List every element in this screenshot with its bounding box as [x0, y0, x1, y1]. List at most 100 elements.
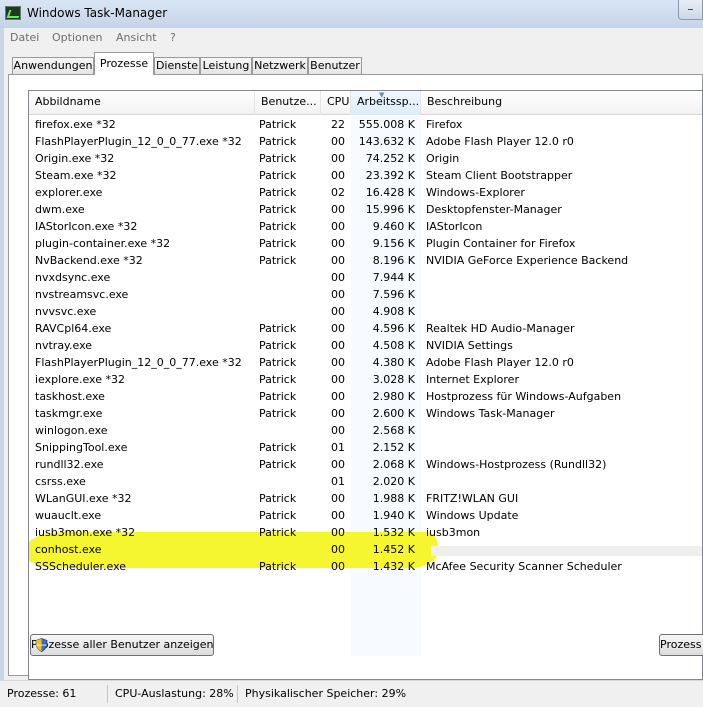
process-memory-cell: 15.996 K [365, 203, 415, 216]
table-row[interactable]: taskmgr.exe Patrick 00 2.600 K Windows Task-… [29, 405, 702, 422]
process-cpu-cell: 01 [331, 441, 345, 454]
process-cpu-cell: 00 [331, 526, 345, 539]
process-memory-cell: 1.452 K [372, 543, 415, 556]
process-user-cell: Patrick [259, 152, 297, 165]
table-row[interactable]: dwm.exe Patrick 00 15.996 K Desktopfenster-M… [29, 201, 702, 218]
column-header-description[interactable]: Beschreibung [421, 91, 702, 115]
process-name-cell: iusb3mon.exe *32 [35, 526, 136, 539]
process-cpu-cell: 02 [331, 186, 345, 199]
column-header-image-name[interactable]: Abbildname [29, 91, 255, 115]
table-row[interactable]: rundll32.exe Patrick 00 2.068 K Windows-Host… [29, 456, 702, 473]
table-row[interactable]: conhost.exe 00 1.452 K [29, 541, 702, 558]
tab-leistung[interactable]: Leistung [200, 57, 252, 75]
process-cpu-cell: 00 [331, 373, 345, 386]
process-user-cell: Patrick [259, 339, 297, 352]
process-user-cell: Patrick [259, 492, 297, 505]
column-header-memory[interactable]: ▼ Arbeitssp... [351, 91, 421, 115]
column-header-user[interactable]: Benutze... [255, 91, 321, 115]
process-name-cell: Origin.exe *32 [35, 152, 115, 165]
process-name-cell: taskmgr.exe [35, 407, 103, 420]
process-description-cell [426, 473, 702, 490]
table-row[interactable]: firefox.exe *32 Patrick 22 555.008 K Firefox [29, 116, 702, 133]
process-cpu-cell: 00 [331, 152, 345, 165]
process-user-cell: Patrick [259, 373, 297, 386]
process-name-cell: plugin-container.exe *32 [35, 237, 171, 250]
window-control-button[interactable]: – [678, 0, 703, 20]
process-name-cell: nvxdsync.exe [35, 271, 111, 284]
process-description-cell: Windows Update [426, 509, 519, 522]
process-user-cell [259, 473, 325, 490]
process-cpu-cell: 00 [331, 203, 345, 216]
process-name-cell: dwm.exe [35, 203, 85, 216]
table-row[interactable]: RAVCpl64.exe Patrick 00 4.596 K Realtek HD A… [29, 320, 702, 337]
status-cpu-usage: CPU-Auslastung: 28% [112, 685, 238, 703]
title-bar[interactable]: Windows Task-Manager – [0, 0, 703, 28]
table-row[interactable]: winlogon.exe 00 2.568 K [29, 422, 702, 439]
process-cpu-cell: 00 [331, 220, 345, 233]
process-user-cell [259, 422, 325, 439]
table-row[interactable]: wuauclt.exe Patrick 00 1.940 K Windows Updat… [29, 507, 702, 524]
table-row[interactable]: plugin-container.exe *32 Patrick 00 9.156 K… [29, 235, 702, 252]
process-memory-cell: 555.008 K [358, 118, 415, 131]
process-user-cell: Patrick [259, 169, 297, 182]
table-row[interactable]: WLanGUI.exe *32 Patrick 00 1.988 K FRITZ!WLA… [29, 490, 702, 507]
table-row[interactable]: SnippingTool.exe Patrick 01 2.152 K [29, 439, 702, 456]
menu-optionen[interactable]: Optionen [52, 31, 102, 44]
process-memory-cell: 2.152 K [372, 441, 415, 454]
table-row[interactable]: nvxdsync.exe 00 7.944 K [29, 269, 702, 286]
process-description-cell [426, 541, 702, 558]
tab-dienste[interactable]: Dienste [154, 57, 200, 75]
process-description-cell: Internet Explorer [426, 373, 519, 386]
table-row[interactable]: Origin.exe *32 Patrick 00 74.252 K Origin [29, 150, 702, 167]
column-header-cpu[interactable]: CPU [321, 91, 351, 115]
table-row[interactable]: iusb3mon.exe *32 Patrick 00 1.532 K iusb3mon [29, 524, 702, 541]
status-bar: Prozesse: 61 CPU-Auslastung: 28% Physika… [0, 680, 703, 707]
tab-benutzer[interactable]: Benutzer [308, 57, 362, 75]
process-memory-cell: 4.596 K [372, 322, 415, 335]
process-list[interactable]: Abbildname Benutze... CPU ▼ Arbeitssp...… [28, 90, 703, 680]
table-row[interactable]: FlashPlayerPlugin_12_0_0_77.exe *32 Patri… [29, 133, 702, 150]
table-row[interactable]: FlashPlayerPlugin_12_0_0_77.exe *32 Patri… [29, 354, 702, 371]
table-row[interactable]: IAStorIcon.exe *32 Patrick 00 9.460 K IAStor… [29, 218, 702, 235]
process-name-cell: conhost.exe [35, 543, 102, 556]
table-row[interactable]: csrss.exe 01 2.020 K [29, 473, 702, 490]
table-row[interactable]: iexplore.exe *32 Patrick 00 3.028 K Internet… [29, 371, 702, 388]
process-name-cell: winlogon.exe [35, 424, 108, 437]
tab-anwendungen[interactable]: Anwendungen [12, 57, 94, 75]
process-memory-cell: 16.428 K [365, 186, 415, 199]
tab-netzwerk[interactable]: Netzwerk [252, 57, 308, 75]
show-all-processes-button[interactable]: Prozesse aller Benutzer anzeigen [30, 634, 214, 656]
table-row[interactable]: taskhost.exe Patrick 00 2.980 K Hostprozess … [29, 388, 702, 405]
process-memory-cell: 3.028 K [372, 373, 415, 386]
table-row[interactable]: nvvsvc.exe 00 4.908 K [29, 303, 702, 320]
process-user-cell: Patrick [259, 237, 297, 250]
process-description-cell [426, 422, 702, 439]
process-cpu-cell: 00 [331, 560, 345, 573]
table-row[interactable]: explorer.exe Patrick 02 16.428 K Windows-Exp… [29, 184, 702, 201]
process-user-cell: Patrick [259, 186, 297, 199]
end-process-button[interactable]: Prozess beenden [659, 634, 703, 656]
tab-prozesse[interactable]: Prozesse [94, 52, 154, 75]
process-memory-cell: 143.632 K [358, 135, 415, 148]
process-user-cell: Patrick [259, 526, 297, 539]
table-row[interactable]: Steam.exe *32 Patrick 00 23.392 K Steam Clie… [29, 167, 702, 184]
menu-datei[interactable]: Datei [10, 31, 39, 44]
process-cpu-cell: 00 [331, 424, 345, 437]
menu-help[interactable]: ? [170, 31, 176, 44]
process-memory-cell: 1.988 K [372, 492, 415, 505]
process-description-cell: FRITZ!WLAN GUI [426, 492, 519, 505]
table-row[interactable]: nvstreamsvc.exe 00 7.596 K [29, 286, 702, 303]
table-row[interactable]: NvBackend.exe *32 Patrick 00 8.196 K NVIDIA … [29, 252, 702, 269]
process-list-header: Abbildname Benutze... CPU ▼ Arbeitssp...… [29, 91, 702, 115]
menu-ansicht[interactable]: Ansicht [116, 31, 157, 44]
process-user-cell [259, 303, 325, 320]
process-cpu-cell: 00 [331, 254, 345, 267]
process-description-cell: Firefox [426, 118, 463, 131]
process-cpu-cell: 00 [331, 339, 345, 352]
table-row[interactable]: nvtray.exe Patrick 00 4.508 K NVIDIA Setting… [29, 337, 702, 354]
task-manager-icon [5, 6, 21, 20]
table-row[interactable]: SSScheduler.exe Patrick 00 1.432 K McAfee Se… [29, 558, 702, 575]
process-cpu-cell: 00 [331, 458, 345, 471]
sort-descending-icon: ▼ [379, 91, 385, 99]
process-memory-cell: 9.156 K [372, 237, 415, 250]
